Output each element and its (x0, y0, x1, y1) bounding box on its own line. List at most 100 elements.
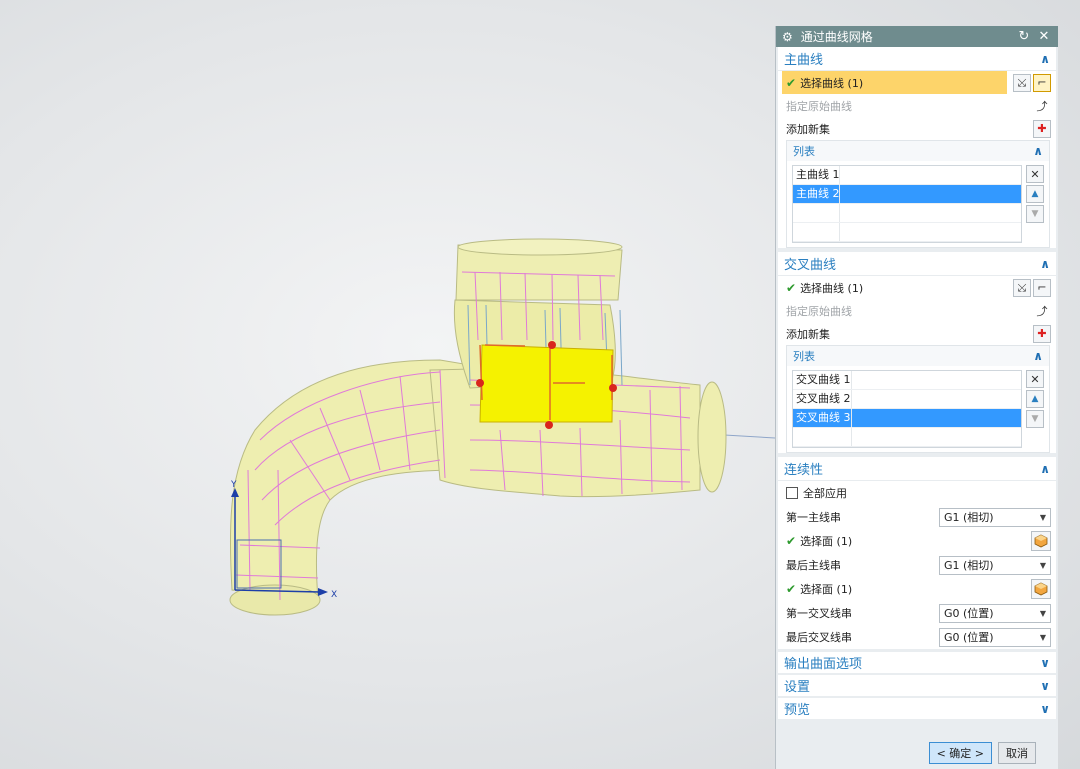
chevron-down-icon[interactable]: ∨ (1040, 656, 1050, 670)
curve-select-icon[interactable]: ⌐ (1033, 278, 1051, 297)
first-primary-label: 第一主线串 (786, 511, 841, 524)
reverse-direction-icon[interactable]: ⤩ (1013, 278, 1031, 297)
apply-all-row[interactable]: 全部应用 (778, 481, 1056, 505)
origin-curve-icon[interactable]: ⤴ (1033, 97, 1051, 115)
list-item[interactable]: 主曲线 1 (793, 166, 1021, 185)
apply-all-checkbox[interactable] (786, 487, 798, 499)
dialog-footer: < 确定 > 取消 (776, 737, 1058, 769)
list-title: 列表 (793, 145, 815, 158)
section-title: 主曲线 (784, 53, 824, 68)
select-curve-label: 选择曲线 (1) (800, 281, 864, 295)
chevron-up-icon[interactable]: ∧ (1040, 257, 1050, 271)
section-title: 输出曲面选项 (784, 657, 863, 672)
faucet-model[interactable]: Y X (0, 0, 775, 769)
first-cross-row: 第一交叉线串 G0 (位置) ▼ (778, 601, 1056, 625)
section-continuity: 连续性 ∧ 全部应用 第一主线串 G1 (相切) ▼ ✔ 选择面 (1) 最后主… (778, 457, 1056, 649)
last-primary-row: 最后主线串 G1 (相切) ▼ (778, 553, 1056, 577)
first-cross-select[interactable]: G0 (位置) ▼ (939, 603, 1051, 623)
chevron-down-icon[interactable]: ∨ (1040, 702, 1050, 716)
apply-all-label: 全部应用 (803, 487, 847, 500)
section-title: 设置 (784, 680, 811, 695)
specify-origin-label: 指定原始曲线 (786, 304, 852, 318)
add-new-set-label: 添加新集 (786, 327, 830, 341)
delete-icon[interactable]: ✕ (1026, 370, 1044, 388)
section-cross-curves: 交叉曲线 ∧ ✔ 选择曲线 (1) ⤩ ⌐ 指定原始曲线 ⤴ 添加新集 ✚ 列表… (778, 252, 1056, 453)
chevron-down-icon[interactable]: ∨ (1040, 679, 1050, 693)
face-select-icon[interactable] (1031, 579, 1051, 599)
first-primary-select[interactable]: G1 (相切) ▼ (939, 507, 1051, 527)
add-new-set-row[interactable]: 添加新集 ✚ (778, 117, 1056, 140)
list-item[interactable]: 主曲线 2 (793, 185, 1021, 204)
list-item[interactable]: 交叉曲线 1 (793, 371, 1021, 390)
add-new-set-label: 添加新集 (786, 122, 830, 136)
graphics-viewport[interactable]: Y X (0, 0, 775, 769)
face-select-icon[interactable] (1031, 531, 1051, 551)
check-icon: ✔ (786, 75, 797, 90)
add-set-icon[interactable]: ✚ (1033, 119, 1051, 138)
list-title: 列表 (793, 350, 815, 363)
face1-row[interactable]: ✔ 选择面 (1) (778, 529, 1056, 553)
list-item-empty (793, 428, 1021, 447)
section-header-cross[interactable]: 交叉曲线 ∧ (778, 252, 1056, 276)
chevron-up-icon[interactable]: ∧ (1033, 349, 1043, 363)
section-preview[interactable]: 预览 ∨ (778, 698, 1056, 719)
delete-icon[interactable]: ✕ (1026, 165, 1044, 183)
section-title: 交叉曲线 (784, 258, 837, 273)
section-header-primary[interactable]: 主曲线 ∧ (778, 47, 1056, 71)
first-primary-row: 第一主线串 G1 (相切) ▼ (778, 505, 1056, 529)
last-primary-label: 最后主线串 (786, 559, 841, 572)
face2-row[interactable]: ✔ 选择面 (1) (778, 577, 1056, 601)
check-icon: ✔ (786, 582, 797, 596)
chevron-up-icon[interactable]: ∧ (1040, 52, 1050, 66)
move-down-icon[interactable]: ▼ (1026, 205, 1044, 223)
top-cap (457, 238, 623, 256)
section-header-continuity[interactable]: 连续性 ∧ (778, 457, 1056, 481)
list-header[interactable]: 列表 ∧ (787, 346, 1049, 366)
origin-curve-icon[interactable]: ⤴ (1033, 302, 1051, 320)
section-title: 预览 (784, 703, 811, 718)
check-icon: ✔ (786, 280, 797, 295)
select-cross-curve-row[interactable]: ✔ 选择曲线 (1) ⤩ ⌐ (778, 276, 1056, 299)
last-cross-row: 最后交叉线串 G0 (位置) ▼ (778, 625, 1056, 649)
ok-button[interactable]: < 确定 > (928, 742, 992, 764)
cross-curve-list[interactable]: 交叉曲线 1 交叉曲线 2 交叉曲线 3 (792, 370, 1022, 448)
section-output-options[interactable]: 输出曲面选项 ∨ (778, 652, 1056, 673)
move-up-icon[interactable]: ▲ (1026, 390, 1044, 408)
list-item[interactable]: 交叉曲线 3 (793, 409, 1021, 428)
last-primary-select[interactable]: G1 (相切) ▼ (939, 555, 1051, 575)
dialog-title: 通过曲线网格 (800, 30, 873, 44)
first-cross-label: 第一交叉线串 (786, 607, 852, 620)
dialog-titlebar[interactable]: ⚙ 通过曲线网格 ↻ ✕ (776, 26, 1058, 47)
add-new-set-row[interactable]: 添加新集 ✚ (778, 322, 1056, 345)
specify-origin-row[interactable]: 指定原始曲线 ⤴ (778, 299, 1056, 322)
curve-select-icon[interactable]: ⌐ (1033, 73, 1051, 92)
cross-list-panel: 列表 ∧ 交叉曲线 1 交叉曲线 2 交叉曲线 3 ✕ ▲ ▼ (786, 345, 1050, 453)
move-down-icon[interactable]: ▼ (1026, 410, 1044, 428)
move-up-icon[interactable]: ▲ (1026, 185, 1044, 203)
select-curve-label: 选择曲线 (1) (800, 76, 864, 90)
chevron-down-icon: ▼ (1039, 632, 1046, 642)
section-settings[interactable]: 设置 ∨ (778, 675, 1056, 696)
specify-origin-label: 指定原始曲线 (786, 99, 852, 113)
specify-origin-row[interactable]: 指定原始曲线 ⤴ (778, 94, 1056, 117)
cancel-button[interactable]: 取消 (998, 742, 1036, 764)
select-value: G0 (位置) (944, 631, 994, 644)
chevron-down-icon: ▼ (1039, 560, 1046, 570)
add-set-icon[interactable]: ✚ (1033, 324, 1051, 343)
axis-y-label: Y (230, 480, 237, 490)
list-header[interactable]: 列表 ∧ (787, 141, 1049, 161)
close-icon[interactable]: ✕ (1036, 29, 1052, 44)
check-icon: ✔ (786, 534, 797, 548)
chevron-up-icon[interactable]: ∧ (1040, 462, 1050, 476)
chevron-up-icon[interactable]: ∧ (1033, 144, 1043, 158)
last-cross-select[interactable]: G0 (位置) ▼ (939, 627, 1051, 647)
primary-curve-list[interactable]: 主曲线 1 主曲线 2 (792, 165, 1022, 243)
last-cross-label: 最后交叉线串 (786, 631, 852, 644)
reverse-direction-icon[interactable]: ⤩ (1013, 73, 1031, 92)
select-curve-row[interactable]: ✔ 选择曲线 (1) ⤩ ⌐ (778, 71, 1056, 94)
select-value: G1 (相切) (944, 559, 994, 572)
select-value: G1 (相切) (944, 511, 994, 524)
section-primary-curves: 主曲线 ∧ ✔ 选择曲线 (1) ⤩ ⌐ 指定原始曲线 ⤴ 添加新集 ✚ 列表 … (778, 47, 1056, 248)
reset-icon[interactable]: ↻ (1016, 29, 1032, 44)
list-item[interactable]: 交叉曲线 2 (793, 390, 1021, 409)
